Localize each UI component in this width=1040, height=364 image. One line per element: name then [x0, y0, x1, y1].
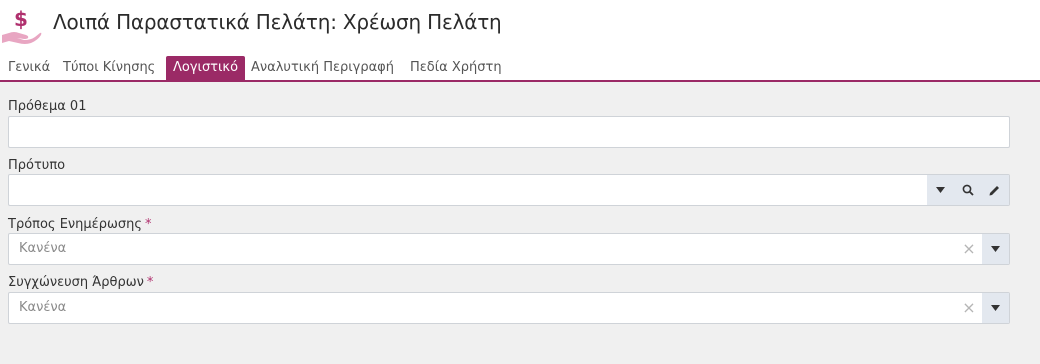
template-field[interactable]	[8, 174, 1010, 206]
update-mode-label-text: Τρόπος Ενημέρωσης	[8, 217, 142, 232]
prefix-field[interactable]	[8, 116, 1010, 148]
template-actions	[927, 175, 1009, 205]
tab-bar: Γενικά Τύποι Κίνησης Λογιστικό Αναλυτική…	[0, 56, 1040, 82]
page-title: Λοιπά Παραστατικά Πελάτη: Χρέωση Πελάτη	[53, 10, 502, 34]
merge-lines-label-text: Συγχώνευση Άρθρων	[8, 275, 144, 290]
required-mark: *	[144, 217, 152, 232]
clear-icon[interactable]: ×	[959, 293, 979, 323]
update-mode-select[interactable]: Κανένα ×	[8, 233, 1010, 265]
template-label: Πρότυπο	[8, 158, 66, 173]
dropdown-icon[interactable]	[927, 175, 954, 205]
merge-lines-value: Κανένα	[19, 300, 67, 315]
money-hand-icon: $	[2, 7, 42, 44]
dropdown-icon[interactable]	[982, 234, 1009, 264]
required-mark: *	[146, 275, 154, 290]
update-mode-actions	[982, 234, 1009, 264]
tab-user-fields[interactable]: Πεδία Χρήστη	[410, 56, 502, 80]
prefix-input[interactable]	[9, 117, 1009, 147]
update-mode-label: Τρόπος Ενημέρωσης *	[8, 217, 151, 232]
tab-detailed-description[interactable]: Αναλυτική Περιγραφή	[251, 56, 394, 80]
merge-lines-label: Συγχώνευση Άρθρων *	[8, 275, 153, 290]
svg-text:$: $	[14, 7, 28, 31]
prefix-label: Πρόθεμα 01	[8, 99, 87, 114]
page-header: $ Λοιπά Παραστατικά Πελάτη: Χρέωση Πελάτ…	[0, 0, 1040, 56]
tab-movement-types[interactable]: Τύποι Κίνησης	[63, 56, 155, 80]
tab-accounting[interactable]: Λογιστικό	[166, 56, 246, 80]
template-input[interactable]	[9, 175, 927, 205]
form-panel: Πρόθεμα 01 Πρότυπο Τρόπος Ενημέρωσης * Κα…	[0, 82, 1040, 364]
tab-general[interactable]: Γενικά	[8, 56, 50, 80]
merge-lines-actions	[982, 293, 1009, 323]
search-icon[interactable]	[954, 175, 981, 205]
edit-icon[interactable]	[981, 175, 1008, 205]
clear-icon[interactable]: ×	[959, 234, 979, 264]
dropdown-icon[interactable]	[982, 293, 1009, 323]
update-mode-value: Κανένα	[19, 241, 67, 256]
merge-lines-select[interactable]: Κανένα ×	[8, 292, 1010, 324]
